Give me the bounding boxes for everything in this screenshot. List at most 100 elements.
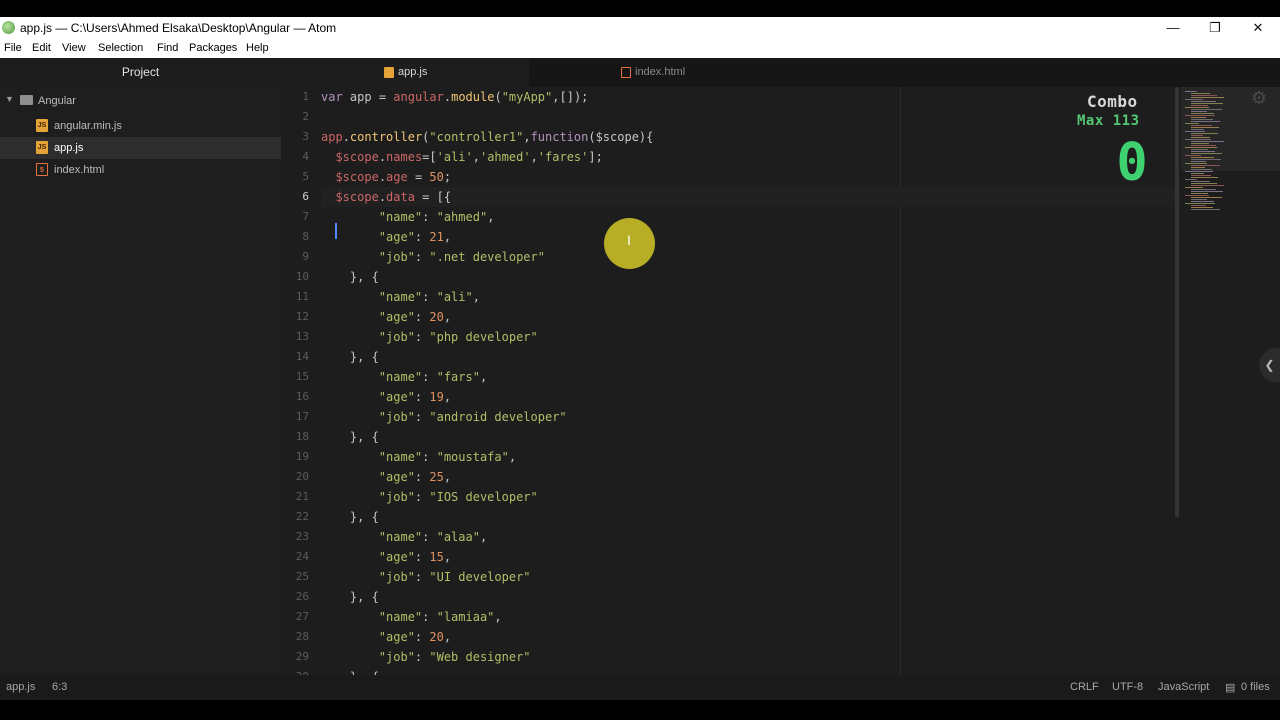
minimap-line xyxy=(1185,123,1199,124)
project-root-folder[interactable]: ▼ Angular xyxy=(0,90,281,112)
line-number: 20 xyxy=(295,470,309,483)
tab-bar: app.js index.html xyxy=(281,58,1280,87)
minimap-line xyxy=(1191,93,1210,94)
menu-edit[interactable]: Edit xyxy=(32,42,51,54)
minimap-line xyxy=(1185,131,1205,132)
status-bar: app.js 6:3 CRLF UTF-8 JavaScript ▤ 0 fil… xyxy=(0,675,1280,700)
menu-selection[interactable]: Selection xyxy=(98,42,143,54)
minimap-line xyxy=(1185,99,1203,100)
line-number: 16 xyxy=(295,390,309,403)
menu-bar: File Edit View Selection Find Packages H… xyxy=(0,38,1280,58)
combo-title: Combo xyxy=(1087,92,1138,111)
minimap-line xyxy=(1185,179,1197,180)
minimap-line xyxy=(1191,95,1217,96)
menu-find[interactable]: Find xyxy=(157,42,178,54)
combo-max: Max 113 xyxy=(1077,113,1140,129)
minimap-line xyxy=(1191,149,1208,150)
minimap-line xyxy=(1191,167,1205,168)
code-line: $scope.age = 50; xyxy=(335,170,452,184)
tree-file-app-js[interactable]: JS app.js xyxy=(0,137,281,159)
restore-button[interactable]: ❐ xyxy=(1200,19,1230,36)
minimap-line xyxy=(1185,163,1207,164)
tab-app-js[interactable]: app.js xyxy=(281,58,529,87)
html-file-icon xyxy=(621,67,631,78)
status-file-path[interactable]: app.js xyxy=(6,681,35,693)
code-line: app.controller("controller1",function($s… xyxy=(321,130,654,144)
line-number: 8 xyxy=(302,230,309,243)
title-bar: app.js — C:\Users\Ahmed Elsaka\Desktop\A… xyxy=(0,17,1280,38)
code-line: }, { xyxy=(321,510,379,524)
minimap-line xyxy=(1185,203,1215,204)
combo-count: 0 xyxy=(1116,133,1148,193)
minimap-line xyxy=(1191,201,1214,202)
minimap-line xyxy=(1191,173,1204,174)
line-number: 2 xyxy=(302,110,309,123)
code-line: "job": "php developer" xyxy=(378,330,538,344)
text-cursor xyxy=(335,223,337,239)
minimap-line xyxy=(1185,187,1203,188)
minimap-line xyxy=(1191,199,1207,200)
minimap-line xyxy=(1185,147,1217,148)
minimap-line xyxy=(1185,107,1209,108)
tree-view-header[interactable]: Project xyxy=(0,58,281,87)
line-number: 3 xyxy=(302,130,309,143)
line-number: 25 xyxy=(295,570,309,583)
minimap-line xyxy=(1191,121,1220,122)
code-line: "job": "IOS developer" xyxy=(378,490,538,504)
vertical-scrollbar[interactable] xyxy=(1175,87,1179,517)
tree-file-index-html[interactable]: 5 index.html xyxy=(0,159,281,181)
js-file-icon xyxy=(384,67,394,78)
code-line: $scope.names=['ali','ahmed','fares']; xyxy=(335,150,603,164)
window-title: app.js — C:\Users\Ahmed Elsaka\Desktop\A… xyxy=(20,21,337,35)
line-number: 22 xyxy=(295,510,309,523)
line-number: 1 xyxy=(302,90,309,103)
minimap-line xyxy=(1191,153,1222,154)
screen-top-bar xyxy=(0,0,1280,17)
folder-icon xyxy=(20,95,33,105)
menu-view[interactable]: View xyxy=(62,42,86,54)
line-number: 23 xyxy=(295,530,309,543)
minimap-line xyxy=(1191,145,1216,146)
status-grammar[interactable]: JavaScript xyxy=(1158,681,1209,693)
minimap-line xyxy=(1191,137,1210,138)
chevron-down-icon[interactable]: ▼ xyxy=(5,94,14,104)
code-area[interactable]: var app = angular.module("myApp",[]); ap… xyxy=(321,87,1181,675)
code-line: "age": 15, xyxy=(378,550,452,564)
minimap-line xyxy=(1191,193,1208,194)
status-cursor-position[interactable]: 6:3 xyxy=(52,681,67,693)
ibeam-cursor-icon: I xyxy=(627,232,631,248)
code-line: "name": "moustafa", xyxy=(378,450,517,464)
file-label: index.html xyxy=(54,164,105,176)
tab-index-html[interactable]: index.html xyxy=(529,58,777,87)
code-line: "age": 20, xyxy=(378,310,452,324)
menu-help[interactable]: Help xyxy=(246,42,269,54)
minimap[interactable] xyxy=(1181,87,1280,675)
menu-packages[interactable]: Packages xyxy=(189,42,237,54)
minimize-button[interactable]: — xyxy=(1158,19,1188,36)
code-line: "age": 20, xyxy=(378,630,452,644)
tree-view: Project ▼ Angular JS angular.min.js JS a… xyxy=(0,58,281,675)
status-encoding[interactable]: UTF-8 xyxy=(1112,681,1143,693)
minimap-line xyxy=(1191,151,1215,152)
minimap-line xyxy=(1191,133,1218,134)
gear-icon[interactable]: ⚙ xyxy=(1251,88,1267,109)
code-line: "name": "alaa", xyxy=(378,530,488,544)
line-number: 9 xyxy=(302,250,309,263)
line-number: 27 xyxy=(295,610,309,623)
close-button[interactable]: ✕ xyxy=(1243,19,1273,36)
menu-file[interactable]: File xyxy=(4,42,22,54)
minimap-line xyxy=(1191,109,1222,110)
line-number: 30 xyxy=(285,667,309,675)
status-git-files[interactable]: 0 files xyxy=(1241,681,1270,693)
minimap-line xyxy=(1191,169,1212,170)
minimap-line xyxy=(1185,91,1197,92)
code-line: "name": "fars", xyxy=(378,370,488,384)
code-line: "job": "UI developer" xyxy=(378,570,531,584)
line-number: 11 xyxy=(295,290,309,303)
line-number: 18 xyxy=(295,430,309,443)
minimap-line xyxy=(1191,165,1220,166)
line-number: 29 xyxy=(295,650,309,663)
tree-file-angular-min-js[interactable]: JS angular.min.js xyxy=(0,115,281,137)
minimap-line xyxy=(1191,175,1211,176)
status-line-ending[interactable]: CRLF xyxy=(1070,681,1099,693)
